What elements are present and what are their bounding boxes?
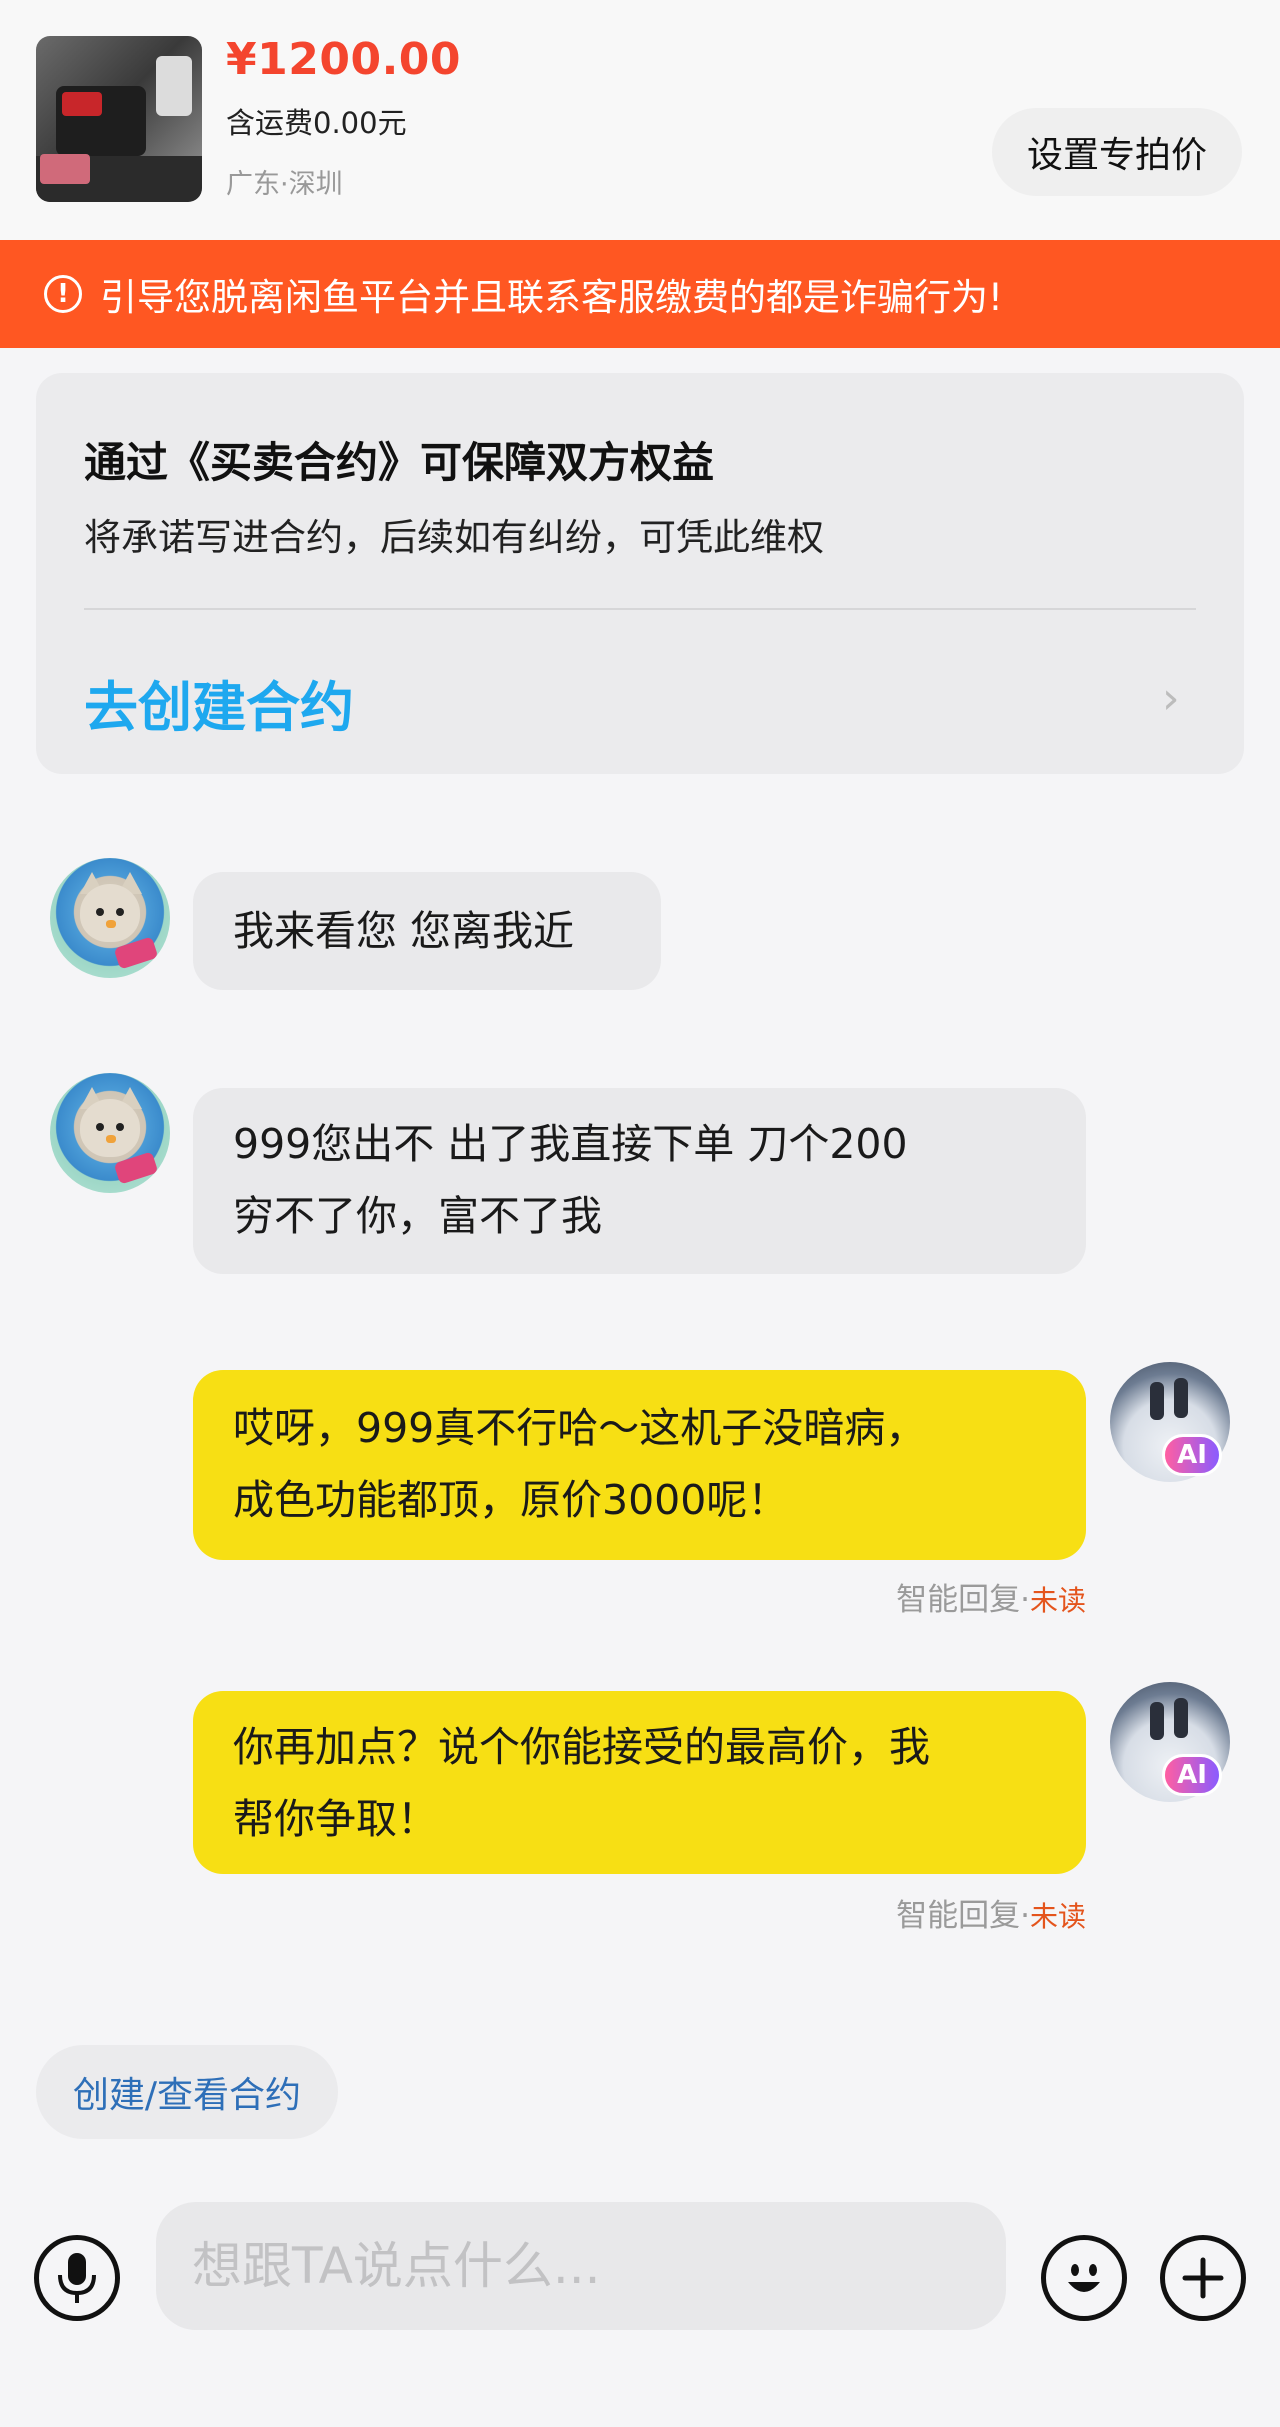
message-bubble-outgoing[interactable]: 哎呀，999真不行哈～这机子没暗病， 成色功能都顶，原价3000呢！ (193, 1370, 1086, 1560)
contract-card-subtitle: 将承诺写进合约，后续如有纠纷，可凭此维权 (84, 516, 824, 559)
status-separator: · (1020, 1898, 1030, 1934)
avatar-shape (113, 1151, 159, 1185)
exclamation-circle-icon: ! (44, 275, 82, 313)
sender-avatar[interactable] (50, 858, 170, 978)
message-line: 哎呀，999真不行哈～这机子没暗病， (233, 1404, 927, 1452)
message-status: 智能回复·未读 (896, 1574, 1086, 1619)
unread-label: 未读 (1029, 1900, 1086, 1933)
product-header: ¥1200.00 含运费0.00元 广东·深圳 设置专拍价 (0, 0, 1280, 240)
avatar-shape (106, 920, 116, 928)
shipping-fee: 含运费0.00元 (226, 106, 407, 140)
microphone-icon[interactable] (34, 2235, 120, 2321)
message-line: 999您出不 出了我直接下单 刀个200 (233, 1120, 908, 1168)
avatar-shape (1150, 1382, 1164, 1420)
avatar-shape (1174, 1698, 1188, 1738)
avatar-shape (106, 1135, 116, 1143)
contract-card: 通过《买卖合约》可保障双方权益 将承诺写进合约，后续如有纠纷，可凭此维权 去创建… (36, 373, 1244, 774)
sender-avatar[interactable] (50, 1073, 170, 1193)
message-input[interactable] (156, 2202, 1006, 2330)
message-line: 你再加点？说个你能接受的最高价，我 (233, 1723, 930, 1771)
avatar-shape (1150, 1702, 1164, 1740)
message-line: 帮你争取！ (233, 1795, 438, 1843)
emoji-glyph (1068, 2264, 1100, 2292)
ai-badge: AI (1162, 1434, 1222, 1476)
microphone-glyph (58, 2253, 96, 2303)
message-line: 成色功能都顶，原价3000呢！ (233, 1476, 789, 1524)
product-thumbnail[interactable] (36, 36, 202, 202)
plus-glyph (1182, 2257, 1224, 2299)
my-avatar[interactable]: AI (1110, 1362, 1230, 1482)
avatar-shape (116, 1123, 124, 1131)
avatar-shape (80, 884, 140, 942)
avatar-shape (96, 1123, 104, 1131)
avatar-shape (113, 936, 159, 970)
ai-badge: AI (1162, 1754, 1222, 1796)
unread-label: 未读 (1029, 1584, 1086, 1617)
message-line: 我来看您 您离我近 (233, 907, 575, 955)
my-avatar[interactable]: AI (1110, 1682, 1230, 1802)
thumb-shape (62, 92, 102, 116)
thumb-shape (156, 56, 192, 116)
product-location: 广东·深圳 (226, 169, 343, 200)
plus-icon[interactable] (1160, 2235, 1246, 2321)
status-separator: · (1020, 1582, 1030, 1618)
fraud-warning-banner: ! 引导您脱离闲鱼平台并且联系客服缴费的都是诈骗行为! (0, 240, 1280, 348)
avatar-shape (116, 908, 124, 916)
avatar-shape (80, 1099, 140, 1157)
set-special-price-button[interactable]: 设置专拍价 (992, 108, 1242, 196)
create-contract-link[interactable]: 去创建合约 (84, 663, 354, 742)
emoji-icon[interactable] (1041, 2235, 1127, 2321)
thumb-shape (40, 154, 90, 184)
warning-text: 引导您脱离闲鱼平台并且联系客服缴费的都是诈骗行为! (100, 276, 1003, 319)
message-line: 穷不了你，富不了我 (233, 1192, 602, 1240)
smart-reply-label: 智能回复 (896, 1898, 1021, 1934)
divider (84, 608, 1196, 610)
message-status: 智能回复·未读 (896, 1890, 1086, 1935)
product-price: ¥1200.00 (226, 34, 462, 85)
message-bubble-outgoing[interactable]: 你再加点？说个你能接受的最高价，我 帮你争取！ (193, 1691, 1086, 1874)
create-view-contract-button[interactable]: 创建/查看合约 (36, 2045, 338, 2139)
smart-reply-label: 智能回复 (896, 1582, 1021, 1618)
message-bubble-incoming[interactable]: 我来看您 您离我近 (193, 872, 661, 990)
message-bubble-incoming[interactable]: 999您出不 出了我直接下单 刀个200 穷不了你，富不了我 (193, 1088, 1086, 1274)
chevron-right-icon[interactable]: › (1162, 673, 1180, 724)
avatar-shape (1174, 1378, 1188, 1418)
contract-card-title: 通过《买卖合约》可保障双方权益 (84, 438, 715, 487)
avatar-shape (96, 908, 104, 916)
